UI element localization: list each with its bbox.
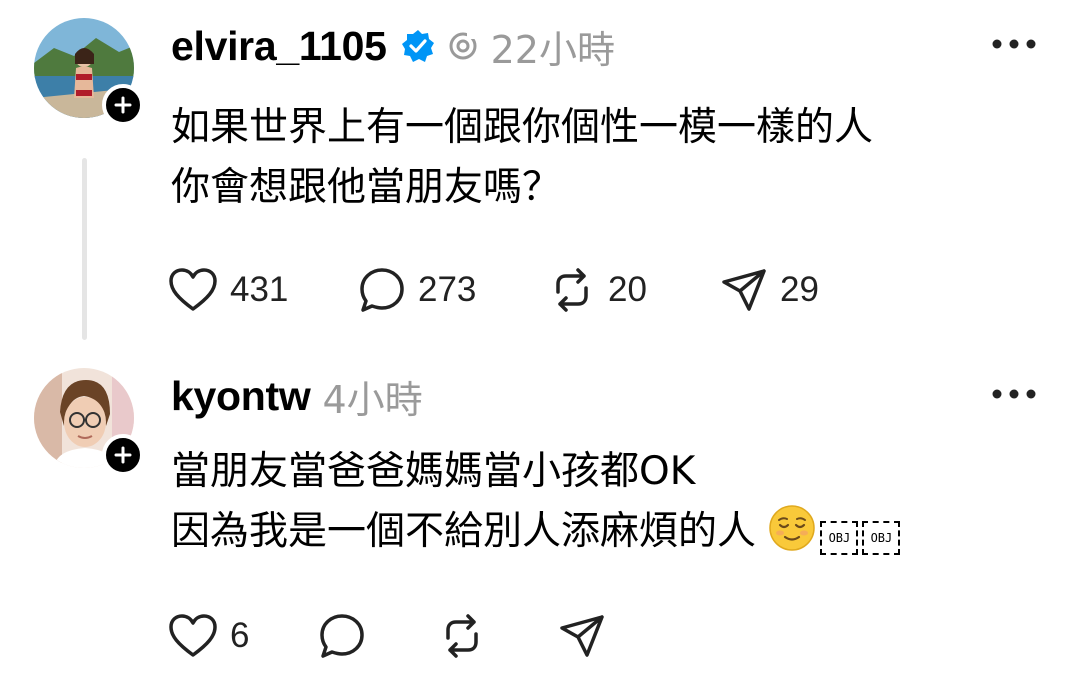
post-body-line: 如果世界上有一個跟你個性一模一樣的人 — [171, 105, 874, 150]
post-body-line-text: 因為我是一個不給別人添麻煩的人 — [171, 509, 757, 554]
share-button[interactable] — [558, 612, 606, 660]
relieved-face-emoji — [769, 505, 816, 551]
username[interactable]: kyontw — [171, 373, 311, 420]
comment-bubble-icon — [320, 614, 364, 658]
action-bar: 431 273 20 29 — [168, 265, 819, 315]
like-button[interactable]: 431 — [168, 267, 358, 313]
verified-badge-icon — [401, 30, 434, 62]
heart-icon — [169, 268, 217, 311]
object-placeholder: OBJ — [820, 521, 859, 555]
post-header: elvira_1105 22小時 — [171, 18, 615, 74]
avatar-kyontw[interactable] — [34, 368, 144, 476]
like-button[interactable]: 6 — [168, 613, 318, 659]
more-horizontal-icon[interactable] — [991, 38, 1037, 50]
send-icon — [722, 269, 766, 311]
plus-icon — [114, 446, 132, 464]
share-button[interactable]: 29 — [720, 266, 819, 314]
repost-icon — [446, 614, 478, 658]
repost-icon — [556, 268, 588, 312]
send-icon — [560, 615, 604, 657]
like-count: 6 — [230, 616, 250, 655]
heart-icon — [169, 614, 217, 657]
post-body: 如果世界上有一個跟你個性一模一樣的人 你會想跟他當朋友嗎？ — [171, 98, 873, 218]
post-body-line: 當朋友當爸爸媽媽當小孩都OK — [171, 449, 696, 494]
post-elvira: elvira_1105 22小時 如果世界上有一個跟你個性一模一樣的人 你會想跟… — [0, 0, 1079, 350]
object-placeholder: OBJ — [862, 521, 901, 555]
thread-line — [82, 158, 87, 340]
post-body-line-2: 因為我是一個不給別人添麻煩的人 OBJ OBJ — [171, 502, 901, 562]
repost-button[interactable] — [438, 612, 558, 660]
post-time: 4小時 — [322, 377, 423, 422]
like-count: 431 — [230, 270, 289, 309]
username[interactable]: elvira_1105 — [171, 23, 387, 70]
post-time: 22小時 — [490, 27, 615, 72]
post-kyontw: kyontw 4小時 當朋友當爸爸媽媽當小孩都OK 因為我是一個不給別人添麻煩的… — [0, 350, 1079, 691]
follow-button[interactable] — [102, 434, 144, 476]
post-body-line: 你會想跟他當朋友嗎？ — [171, 165, 562, 210]
reply-button[interactable]: 273 — [358, 266, 548, 314]
follow-button[interactable] — [102, 84, 144, 126]
reply-count: 273 — [418, 270, 477, 309]
repost-count: 20 — [608, 270, 647, 309]
post-body: 當朋友當爸爸媽媽當小孩都OK 因為我是一個不給別人添麻煩的人 OBJ OBJ — [171, 442, 901, 562]
comment-bubble-icon — [360, 268, 404, 312]
plus-icon — [114, 96, 132, 114]
avatar-elvira[interactable] — [34, 18, 144, 126]
post-header: kyontw 4小時 — [171, 368, 423, 424]
action-bar: 6 — [168, 611, 606, 661]
more-horizontal-icon[interactable] — [991, 388, 1037, 400]
threads-ring-icon — [449, 32, 477, 60]
reply-button[interactable] — [318, 612, 438, 660]
share-count: 29 — [780, 270, 819, 309]
repost-button[interactable]: 20 — [548, 266, 720, 314]
